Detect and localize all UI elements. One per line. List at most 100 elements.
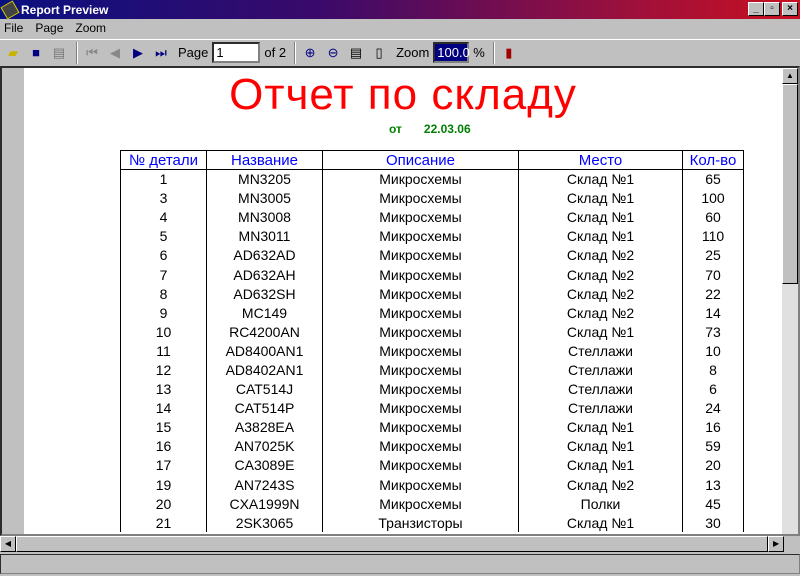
zoom-out-icon[interactable]: ⊖ (323, 43, 343, 63)
table-cell: 100 (682, 188, 744, 208)
table-cell: Склад №2 (518, 245, 683, 265)
table-cell: CXA1999N (206, 494, 323, 514)
table-cell: 65 (682, 169, 744, 189)
page-width-icon[interactable]: ▤ (346, 43, 366, 63)
scroll-thumb[interactable] (782, 84, 798, 284)
scroll-up-icon[interactable]: ▲ (782, 68, 798, 84)
table-row: 6 AD632AD Микросхемы Склад №2 25 (120, 245, 744, 265)
table-cell: Микросхемы (322, 417, 519, 437)
table-row: 8 AD632SH Микросхемы Склад №2 22 (120, 284, 744, 304)
scroll-right-icon[interactable]: ▶ (768, 536, 784, 552)
table-cell: AN7025K (206, 436, 323, 456)
table-cell: Микросхемы (322, 341, 519, 361)
table-cell: Микросхемы (322, 322, 519, 342)
table-cell: 9 (120, 303, 207, 323)
horizontal-scrollbar[interactable]: ◀ ▶ (0, 536, 784, 552)
table-row: 16 AN7025K Микросхемы Склад №1 59 (120, 436, 744, 456)
menu-file[interactable]: File (4, 21, 23, 35)
date-value: 22.03.06 (423, 122, 471, 136)
maximize-button[interactable]: ▫ (764, 2, 780, 16)
column-header: Описание (322, 150, 519, 170)
zoom-label: Zoom (396, 45, 430, 60)
table-cell: Микросхемы (322, 264, 519, 285)
last-page-icon[interactable]: ⏭ (151, 43, 171, 63)
table-cell: 11 (120, 341, 207, 361)
preview-area: Отчет по складу от 22.03.06 № детали Назва… (0, 66, 800, 536)
separator (294, 41, 297, 64)
title-bar: Report Preview _ ▫ × (0, 0, 800, 20)
close-button[interactable]: × (782, 2, 798, 16)
table-cell: 7 (120, 264, 207, 285)
table-cell: Полки (518, 494, 683, 514)
table-cell: MN3005 (206, 188, 323, 208)
table-cell: AD632AD (206, 245, 323, 265)
table-cell: 73 (682, 322, 744, 342)
page-input[interactable]: 1 (212, 42, 261, 63)
table-cell: 4 (120, 207, 207, 227)
table-cell: Микросхемы (322, 245, 519, 265)
table-cell: 8 (120, 284, 207, 304)
table-row: 9 MC149 Микросхемы Склад №2 14 (120, 303, 744, 323)
table-cell: Склад №1 (518, 207, 683, 227)
menu-page[interactable]: Page (35, 21, 63, 35)
table-cell: AD632AH (206, 264, 323, 285)
separator (76, 41, 78, 64)
vertical-scrollbar[interactable]: ▲ (782, 68, 798, 534)
table-cell: 20 (120, 494, 207, 514)
report-title: Отчет по складу (229, 70, 577, 119)
table-cell: 3 (120, 188, 207, 208)
table-cell: Склад №1 (518, 322, 683, 342)
hscroll-thumb[interactable] (15, 536, 769, 552)
open-icon[interactable]: ▰ (3, 43, 23, 63)
table-cell: Склад №1 (518, 169, 683, 189)
table-cell: 12 (120, 360, 207, 380)
table-cell: Склад №2 (518, 303, 683, 323)
save-icon[interactable]: ■ (26, 43, 46, 63)
prev-page-icon[interactable]: ◀ (105, 43, 125, 63)
whole-page-icon[interactable]: ▯ (369, 43, 389, 63)
table-cell: 13 (120, 379, 207, 399)
table-row: 5 MN3011 Микросхемы Склад №1 110 (120, 226, 744, 246)
table-cell: MN3011 (206, 226, 323, 246)
table-row: 4 MN3008 Микросхемы Склад №1 60 (120, 207, 744, 227)
table-cell: A3828EA (206, 417, 323, 437)
table-cell: Микросхемы (322, 360, 519, 380)
table-cell: Микросхемы (322, 398, 519, 418)
zoom-input[interactable]: 100.0 (433, 42, 470, 63)
table-cell: AD8400AN1 (206, 341, 323, 361)
table-cell: 45 (682, 494, 744, 514)
table-cell: Микросхемы (322, 226, 519, 246)
table-row: 19 AN7243S Микросхемы Склад №2 13 (120, 475, 744, 495)
column-header: № детали (120, 150, 207, 170)
page-label: Page (178, 45, 209, 60)
date-prefix: от (389, 122, 402, 136)
table-cell: CAT514P (206, 398, 323, 418)
column-header: Кол-во (682, 150, 744, 170)
table-cell: 10 (682, 341, 744, 361)
table-cell: AD8402AN1 (206, 360, 323, 380)
table-cell: Микросхемы (322, 169, 519, 189)
table-cell: Микросхемы (322, 475, 519, 495)
table-cell: 25 (682, 245, 744, 265)
table-cell: MC149 (206, 303, 323, 323)
print-icon[interactable]: ▤ (49, 43, 69, 63)
separator (492, 41, 495, 64)
table-cell: 22 (682, 284, 744, 304)
next-page-icon[interactable]: ▶ (128, 43, 148, 63)
percent-label: % (473, 45, 485, 60)
zoom-in-icon[interactable]: ⊕ (300, 43, 320, 63)
table-row: 21 2SK3065 Транзисторы Склад №1 30 (120, 513, 744, 533)
exit-door-icon[interactable]: ▮ (499, 43, 519, 63)
table-row: 17 CA3089E Микросхемы Склад №1 20 (120, 455, 744, 475)
minimize-button[interactable]: _ (748, 2, 764, 16)
table-row: 10 RC4200AN Микросхемы Склад №1 73 (120, 322, 744, 342)
menu-zoom[interactable]: Zoom (75, 21, 106, 35)
first-page-icon[interactable]: ⏮ (82, 43, 102, 63)
table-cell: 16 (682, 417, 744, 437)
table-cell: Склад №2 (518, 475, 683, 495)
table-row: 7 AD632AH Микросхемы Склад №2 70 (120, 264, 744, 285)
table-cell: Микросхемы (322, 436, 519, 456)
scroll-left-icon[interactable]: ◀ (0, 536, 16, 552)
table-cell: Склад №2 (518, 264, 683, 285)
table-row: 13 CAT514J Микросхемы Стеллажи 6 (120, 379, 744, 399)
